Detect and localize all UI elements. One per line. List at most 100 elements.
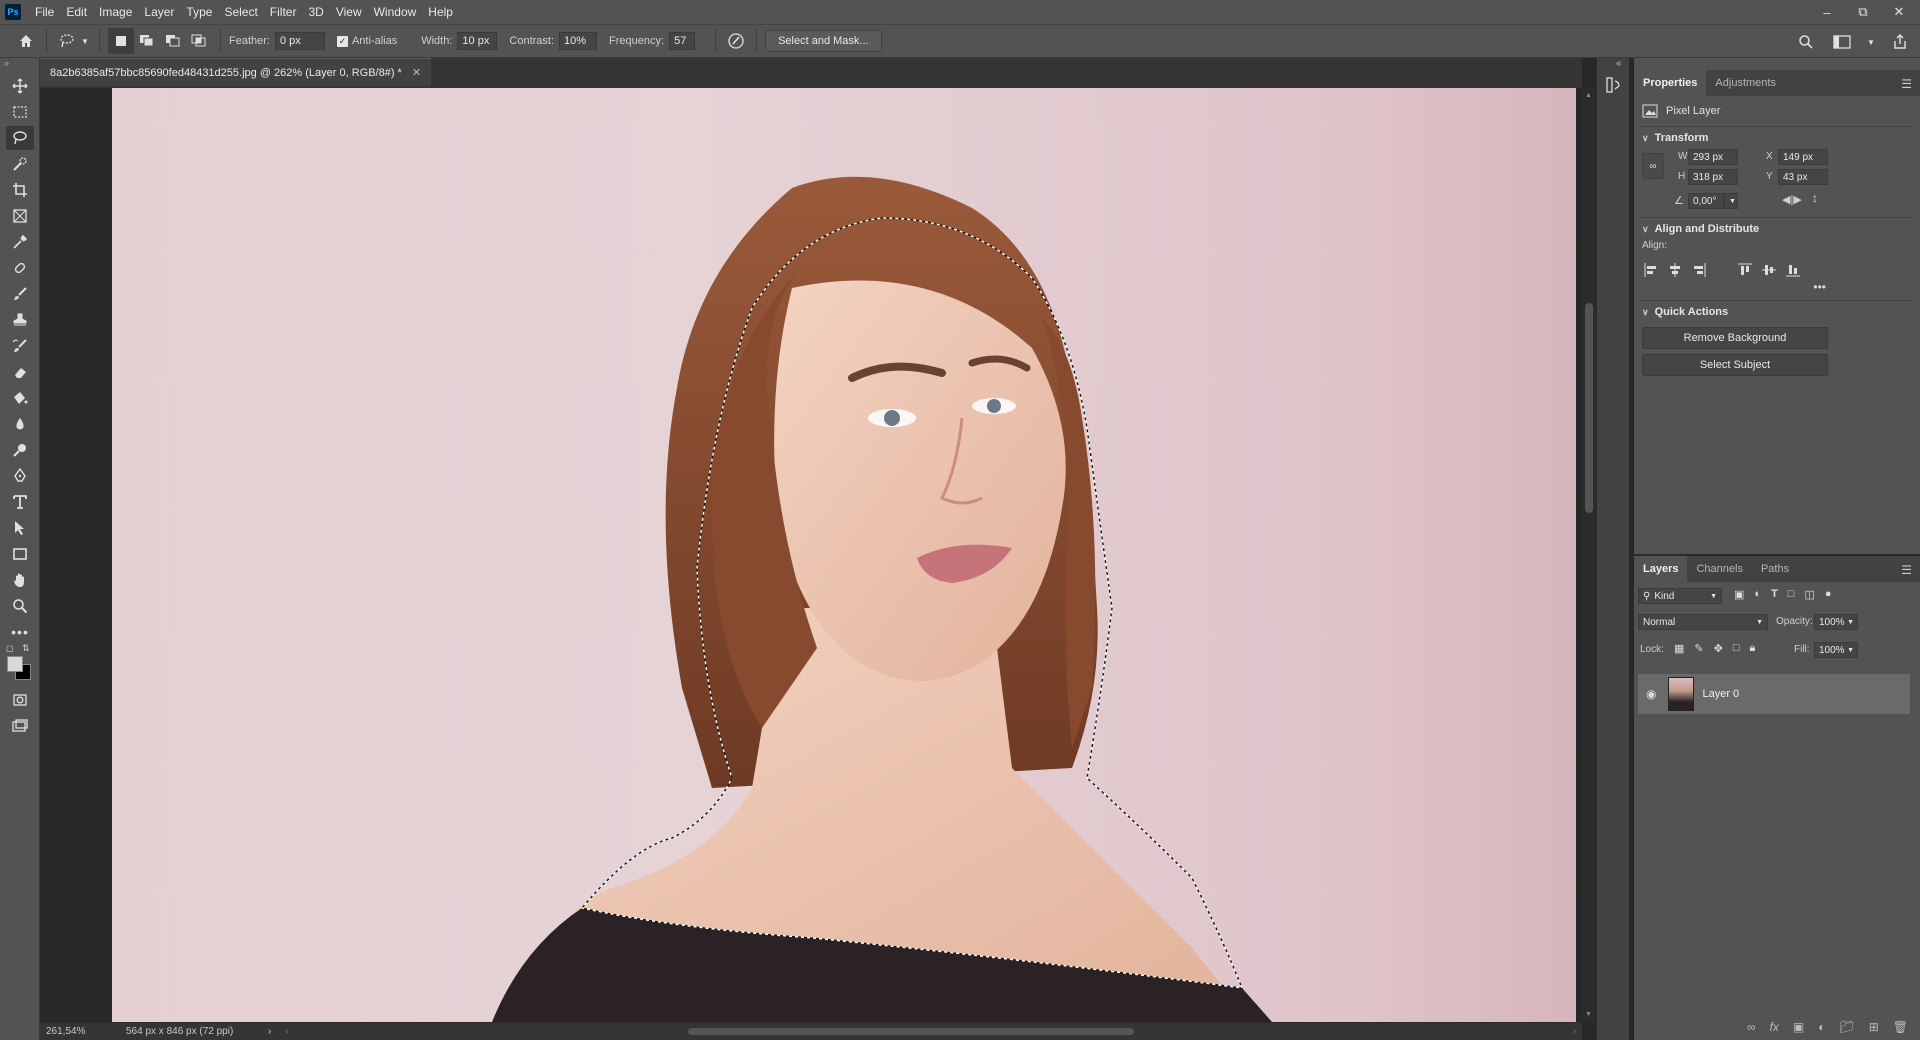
image-canvas[interactable]: [112, 88, 1576, 1022]
zoom-level[interactable]: 261,54%: [46, 1026, 106, 1037]
blur-tool-icon[interactable]: [6, 412, 34, 436]
eyedropper-tool-icon[interactable]: [6, 230, 34, 254]
scroll-left-icon[interactable]: ‹: [285, 1026, 288, 1037]
menu-select[interactable]: Select: [218, 0, 263, 24]
type-tool-icon[interactable]: [6, 490, 34, 514]
swap-colors-icon[interactable]: ⇅: [22, 643, 30, 654]
layer-filter-select[interactable]: ⚲ Kind ▼: [1638, 588, 1722, 604]
more-align-options-icon[interactable]: •••: [1634, 280, 1920, 300]
marquee-tool-icon[interactable]: [6, 100, 34, 124]
height-field[interactable]: 318 px: [1688, 169, 1738, 185]
new-layer-icon[interactable]: ⊞: [1869, 1020, 1879, 1034]
lock-transparent-pixels-icon[interactable]: ▦: [1674, 642, 1684, 655]
align-top-icon[interactable]: [1734, 260, 1756, 280]
layer-style-icon[interactable]: fx: [1770, 1020, 1779, 1034]
new-selection-icon[interactable]: [108, 28, 134, 54]
tab-layers[interactable]: Layers: [1634, 556, 1688, 582]
fill-input[interactable]: 100% ▼: [1814, 642, 1858, 658]
clone-stamp-tool-icon[interactable]: [6, 308, 34, 332]
opacity-input[interactable]: 100% ▼: [1814, 614, 1858, 630]
more-tools-icon[interactable]: •••: [6, 620, 34, 644]
workspace-icon[interactable]: [1830, 30, 1854, 54]
menu-type[interactable]: Type: [180, 0, 218, 24]
filter-pixel-icon[interactable]: ▣: [1734, 588, 1744, 601]
tab-properties[interactable]: Properties: [1634, 70, 1707, 96]
adjustment-layer-icon[interactable]: ◐: [1818, 1020, 1825, 1034]
collapse-panels-icon[interactable]: «: [1616, 58, 1622, 69]
default-colors-icon[interactable]: ▢: [6, 644, 14, 653]
menu-view[interactable]: View: [330, 0, 368, 24]
contrast-input[interactable]: 10%: [559, 32, 598, 50]
lock-image-pixels-icon[interactable]: ✎: [1694, 642, 1703, 655]
close-icon[interactable]: ✕: [1888, 4, 1910, 20]
menu-filter[interactable]: Filter: [264, 0, 303, 24]
lock-artboard-icon[interactable]: □: [1733, 642, 1740, 655]
visibility-eye-icon[interactable]: ◉: [1646, 687, 1656, 701]
scroll-up-icon[interactable]: ▲: [1585, 92, 1592, 99]
flip-horizontal-icon[interactable]: ◀|▶: [1782, 193, 1802, 206]
width-field[interactable]: 293 px: [1688, 149, 1738, 165]
flip-vertical-icon[interactable]: ↕: [1812, 191, 1818, 205]
minimize-icon[interactable]: –: [1816, 5, 1838, 20]
foreground-color-swatch[interactable]: [7, 656, 23, 672]
align-horizontal-center-icon[interactable]: [1664, 260, 1686, 280]
feather-input[interactable]: 0 px: [274, 32, 325, 50]
blend-mode-select[interactable]: Normal ▼: [1638, 614, 1768, 630]
menu-help[interactable]: Help: [422, 0, 459, 24]
panel-menu-icon[interactable]: ☰: [1901, 77, 1912, 91]
chevron-down-icon[interactable]: ▼: [79, 29, 91, 53]
remove-background-button[interactable]: Remove Background: [1642, 327, 1828, 349]
vertical-scrollbar[interactable]: ▲ ▼: [1582, 88, 1596, 1022]
tab-channels[interactable]: Channels: [1687, 556, 1751, 582]
intersect-selection-icon[interactable]: [186, 28, 212, 54]
transform-section-header[interactable]: ∨ Transform: [1634, 127, 1920, 149]
horizontal-scroll-thumb[interactable]: [688, 1028, 1134, 1035]
document-tab[interactable]: 8a2b6385af57bbc85690fed48431d255.jpg @ 2…: [40, 58, 432, 86]
scroll-down-icon[interactable]: ▼: [1585, 1011, 1592, 1018]
lock-all-icon[interactable]: 🔒︎: [1750, 642, 1756, 655]
frame-tool-icon[interactable]: [6, 204, 34, 228]
canvas-area[interactable]: [40, 88, 1582, 1022]
delete-layer-icon[interactable]: 🗑︎: [1893, 1020, 1908, 1034]
close-document-icon[interactable]: ✕: [412, 66, 421, 79]
lasso-tool-icon[interactable]: [6, 126, 34, 150]
filter-adjustment-icon[interactable]: ◐: [1754, 588, 1761, 601]
magnetic-lasso-preset-icon[interactable]: [55, 29, 79, 53]
panel-menu-icon[interactable]: ☰: [1901, 563, 1912, 577]
path-selection-tool-icon[interactable]: [6, 516, 34, 540]
link-dimensions-icon[interactable]: ∞: [1642, 153, 1664, 179]
layer-row[interactable]: ◉ Layer 0: [1638, 674, 1910, 714]
new-group-icon[interactable]: 📁︎: [1839, 1020, 1854, 1034]
paint-bucket-tool-icon[interactable]: [6, 386, 34, 410]
align-bottom-icon[interactable]: [1782, 260, 1804, 280]
menu-image[interactable]: Image: [93, 0, 138, 24]
hand-tool-icon[interactable]: [6, 568, 34, 592]
dodge-tool-icon[interactable]: [6, 438, 34, 462]
angle-field[interactable]: 0,00°: [1688, 193, 1724, 209]
align-vertical-center-icon[interactable]: [1758, 260, 1780, 280]
eraser-tool-icon[interactable]: [6, 360, 34, 384]
restore-icon[interactable]: ⧉: [1852, 4, 1874, 20]
lock-position-icon[interactable]: ✥: [1714, 642, 1723, 655]
quick-mask-icon[interactable]: [6, 688, 34, 712]
brush-tool-icon[interactable]: [6, 282, 34, 306]
subtract-from-selection-icon[interactable]: [160, 28, 186, 54]
tab-paths[interactable]: Paths: [1752, 556, 1798, 582]
layer-name[interactable]: Layer 0: [1702, 688, 1739, 700]
link-layers-icon[interactable]: ∞: [1747, 1020, 1756, 1034]
frequency-input[interactable]: 57: [669, 32, 696, 50]
move-tool-icon[interactable]: [6, 74, 34, 98]
select-subject-button[interactable]: Select Subject: [1642, 354, 1828, 376]
filter-smart-object-icon[interactable]: ◫: [1804, 588, 1814, 601]
search-icon[interactable]: [1794, 30, 1818, 54]
scroll-right-icon[interactable]: ›: [1573, 1026, 1576, 1037]
home-icon[interactable]: [14, 29, 38, 53]
y-field[interactable]: 43 px: [1778, 169, 1828, 185]
width-input[interactable]: 10 px: [457, 32, 498, 50]
filter-type-icon[interactable]: T: [1771, 588, 1778, 601]
antialias-checkbox[interactable]: ✓: [336, 35, 348, 47]
menu-layer[interactable]: Layer: [138, 0, 180, 24]
tab-adjustments[interactable]: Adjustments: [1706, 70, 1785, 96]
status-expand-icon[interactable]: ›: [268, 1026, 271, 1037]
collapse-toolbar-icon[interactable]: »: [0, 58, 39, 72]
